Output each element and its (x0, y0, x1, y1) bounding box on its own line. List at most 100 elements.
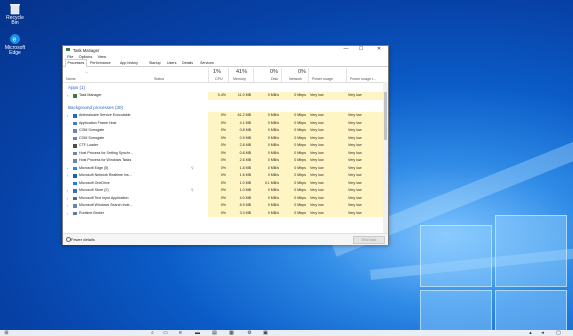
process-row[interactable]: › Antimalware Service Executable 0% 61.2 MB… (63, 112, 383, 120)
column-memory[interactable]: Memory (233, 77, 246, 81)
desktop-icon-edge[interactable]: e Microsoft Edge (2, 33, 28, 56)
scrollbar-thumb[interactable] (384, 92, 387, 140)
process-trend: Very low (346, 209, 383, 217)
process-disk: 0 MB/s (253, 209, 281, 217)
process-net: 0 Mbps (281, 134, 308, 142)
process-row[interactable]: › Microsoft Network Realtime Ins... 0% 1.6 … (63, 172, 383, 180)
tab-app-history[interactable]: App history (120, 60, 138, 66)
network-tray-icon[interactable]: ▴ (528, 331, 533, 336)
minimize-button[interactable]: — (340, 46, 352, 53)
onedrive-icon (73, 181, 77, 185)
app-taskbar-icon[interactable]: ▣ (263, 331, 268, 336)
column-name[interactable]: Name (66, 77, 76, 81)
window-title: Task Manager (73, 47, 100, 53)
task-manager-taskbar-icon[interactable]: ▦ (229, 331, 234, 336)
tab-processes[interactable]: Processes (65, 59, 87, 67)
process-disk: 0 MB/s (253, 172, 281, 180)
expand-chevron-icon[interactable]: › (67, 172, 68, 180)
process-row[interactable]: Host Process for Windows Tasks 0% 2.6 MB 0 … (63, 157, 383, 165)
task-view-icon[interactable]: ▭ (163, 331, 168, 336)
process-trend: Very low (346, 134, 383, 142)
shield-icon (73, 114, 77, 118)
expand-chevron-icon[interactable]: › (67, 92, 68, 100)
process-row[interactable]: › Microsoft Store (2) ⚲ 0% 1.0 MB 0 MB/s 0 Mbp… (63, 187, 383, 195)
process-trend: Very low (346, 119, 383, 127)
column-network[interactable]: Network (289, 77, 302, 81)
com-icon (73, 129, 77, 133)
edge-taskbar-icon[interactable]: e (178, 331, 183, 336)
title-bar[interactable]: Task Manager — ☐ ✕ (63, 46, 388, 53)
fewer-details-link[interactable]: Fewer details (71, 237, 95, 242)
settings-taskbar-icon[interactable]: ⚙ (247, 331, 252, 336)
expand-chevron-icon[interactable]: › (67, 165, 68, 173)
process-cpu: 0% (208, 157, 228, 165)
task-manager-window[interactable]: Task Manager — ☐ ✕ File Options View Pro… (62, 45, 389, 245)
process-disk: 0 MB/s (253, 92, 281, 100)
process-mem: 2.8 MB (228, 142, 253, 150)
store-taskbar-icon[interactable]: ▤ (212, 331, 217, 336)
process-row[interactable]: › Microsoft Edge (5) ⚲ 0% 1.8 MB 0 MB/s 0 Mbps… (63, 164, 383, 173)
process-trend: Very low (346, 194, 383, 202)
process-row[interactable]: Application Frame Host 0% 4.1 MB 0 MB/s 0 Mb… (63, 119, 383, 127)
process-power: Very low (308, 194, 346, 202)
process-mem: 2.6 MB (228, 157, 253, 165)
desktop-icon-recycle-bin[interactable]: Recycle Bin (2, 3, 28, 26)
close-button[interactable]: ✕ (373, 46, 385, 53)
process-mem: 11.0 MB (228, 92, 253, 100)
process-net: 0 Mbps (281, 202, 308, 210)
column-power-usage[interactable]: Power usage (312, 77, 333, 81)
process-mem: 1.0 MB (228, 187, 253, 195)
process-row[interactable]: COM Surrogate 0% 0.9 MB 0 MB/s 0 Mbps Very lo… (63, 134, 383, 142)
process-row[interactable]: Microsoft OneDrive 0% 1.0 MB 0.1 MB/s 0 Mbps… (63, 179, 383, 187)
tab-users[interactable]: Users (167, 60, 176, 66)
process-trend: Very low (346, 179, 383, 187)
process-row[interactable]: CTF Loader 0% 2.8 MB 0 MB/s 0 Mbps Very low Ve… (63, 142, 383, 150)
group-apps-title[interactable]: Apps (1) (68, 85, 85, 90)
leaf-status-icon: ⚲ (191, 188, 194, 192)
process-power: Very low (308, 92, 346, 100)
end-task-button[interactable]: End task (353, 236, 385, 244)
expand-chevron-icon[interactable]: › (67, 112, 68, 120)
column-cpu[interactable]: CPU (215, 77, 223, 81)
vertical-scrollbar[interactable] (383, 82, 388, 234)
process-row[interactable]: COM Surrogate 0% 0.8 MB 0 MB/s 0 Mbps Very lo… (63, 127, 383, 135)
tab-performance[interactable]: Performance (90, 60, 111, 66)
expand-chevron-icon[interactable]: › (67, 202, 68, 210)
process-name: Microsoft OneDrive (79, 180, 110, 185)
expand-chevron-icon[interactable]: › (67, 187, 68, 195)
tab-startup[interactable]: Startup (149, 60, 161, 66)
group-background-title[interactable]: Background processes (30) (68, 105, 123, 110)
window-logo-pane (420, 290, 492, 332)
column-status[interactable]: Status (154, 77, 164, 81)
process-mem: 8.9 MB (228, 202, 253, 210)
menu-view[interactable]: View (98, 54, 107, 59)
maximize-button[interactable]: ☐ (355, 46, 367, 53)
expand-chevron-icon[interactable]: › (67, 195, 68, 203)
tab-details[interactable]: Details (182, 60, 193, 66)
file-explorer-icon[interactable]: ▬ (195, 331, 200, 336)
process-row[interactable]: › Task Manager 0.4% 11.0 MB 0 MB/s 0 Mbps Very… (63, 92, 383, 100)
sort-chevron-icon: ⌃ (85, 71, 89, 76)
tab-services[interactable]: Services (200, 60, 214, 66)
search-icon[interactable]: ⌕ (150, 331, 155, 336)
process-row[interactable]: › Microsoft Text Input Application 0% 4.0 M… (63, 194, 383, 203)
process-row[interactable]: Host Process for Setting Synchr... 0% 0.8 … (63, 149, 383, 157)
task-manager-icon (73, 94, 77, 98)
process-net: 0 Mbps (281, 209, 308, 217)
process-cpu: 0% (208, 112, 228, 120)
column-disk[interactable]: Disk (271, 77, 278, 81)
start-icon[interactable]: ⊞ (4, 331, 9, 336)
volume-tray-icon[interactable]: ◂ (540, 331, 545, 336)
process-disk: 0 MB/s (253, 157, 281, 165)
column-power-trend[interactable]: Power usage t... (350, 77, 376, 81)
process-name: Microsoft Network Realtime Ins... (79, 173, 132, 177)
process-power: Very low (308, 142, 346, 150)
process-row[interactable]: › Microsoft Windows Search Inde... 0% 8.9 M… (63, 202, 383, 210)
process-name: Application Frame Host (79, 120, 117, 125)
process-disk: 0 MB/s (253, 164, 281, 172)
window-logo-pane (420, 225, 492, 287)
process-disk: 0.1 MB/s (253, 179, 281, 187)
notification-icon[interactable]: ▢ (556, 331, 561, 336)
process-row[interactable]: › Runtime Broker 0% 3.3 MB 0 MB/s 0 Mbps Very … (63, 209, 383, 218)
expand-chevron-icon[interactable]: › (67, 210, 68, 218)
